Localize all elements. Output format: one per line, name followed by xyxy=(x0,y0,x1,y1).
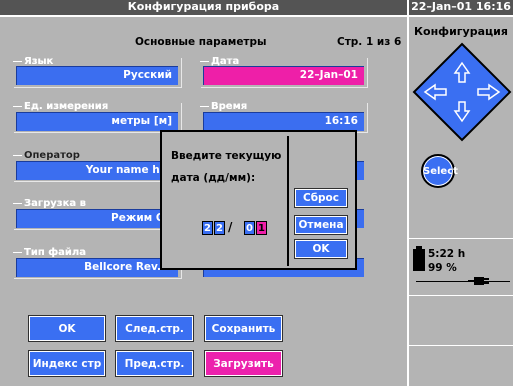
datetime-display: 22–Jan–01 16:16 xyxy=(409,0,513,15)
divider xyxy=(409,295,513,296)
navigation-pad[interactable] xyxy=(412,42,512,142)
month-digit-1[interactable]: 0 xyxy=(244,221,255,235)
date-field[interactable]: 22–Jan–01 xyxy=(203,66,364,85)
month-digit-2[interactable]: 1 xyxy=(256,221,267,235)
window-title: Конфигурация прибора xyxy=(0,0,407,15)
battery-icon xyxy=(413,246,425,271)
battery-percent: 99 % xyxy=(428,262,457,274)
divider xyxy=(409,238,513,239)
dialog-prompt-line2: дата (дд/мм): xyxy=(171,172,256,184)
divider xyxy=(409,15,513,17)
ok-button[interactable]: OK xyxy=(28,315,106,342)
side-panel-title: Конфигурация xyxy=(414,25,508,38)
page-subtitle: Основные параметры xyxy=(135,36,267,48)
screen: Конфигурация прибора 22–Jan–01 16:16 Осн… xyxy=(0,0,513,386)
power-plug-icon xyxy=(468,277,489,285)
save-button[interactable]: Сохранить xyxy=(204,315,283,342)
day-digit-1[interactable]: 2 xyxy=(202,221,213,235)
battery-time: 5:22 h xyxy=(428,248,466,260)
load-field[interactable]: Режим OT xyxy=(16,209,178,228)
date-entry-dialog: Введите текущую дата (дд/мм): 2 2 / 0 1 … xyxy=(160,130,357,270)
units-field[interactable]: метры [м] xyxy=(16,112,178,131)
divider xyxy=(407,0,409,386)
divider xyxy=(409,345,513,346)
page-indicator: Стр. 1 из 6 xyxy=(337,36,402,48)
divider xyxy=(0,15,407,17)
index-page-button[interactable]: Индекс стр xyxy=(28,350,106,377)
reset-button[interactable]: Сброс xyxy=(294,188,348,208)
load-button[interactable]: Загрузить xyxy=(204,350,283,377)
dialog-ok-button[interactable]: OK xyxy=(294,239,348,259)
language-field[interactable]: Русский xyxy=(16,66,178,85)
dialog-prompt-line1: Введите текущую xyxy=(171,150,282,162)
operator-field[interactable]: Your name her xyxy=(16,161,178,180)
dialog-divider xyxy=(287,136,289,266)
filetype-field[interactable]: Bellcore Rev. 1 xyxy=(16,258,178,277)
select-button[interactable]: Select xyxy=(421,154,458,188)
next-page-button[interactable]: След.стр. xyxy=(115,315,194,342)
time-field[interactable]: 16:16 xyxy=(203,112,364,131)
date-separator: / xyxy=(228,220,233,234)
power-line xyxy=(416,281,510,282)
prev-page-button[interactable]: Пред.стр. xyxy=(115,350,194,377)
day-digit-2[interactable]: 2 xyxy=(214,221,225,235)
cancel-button[interactable]: Отмена xyxy=(294,215,348,235)
